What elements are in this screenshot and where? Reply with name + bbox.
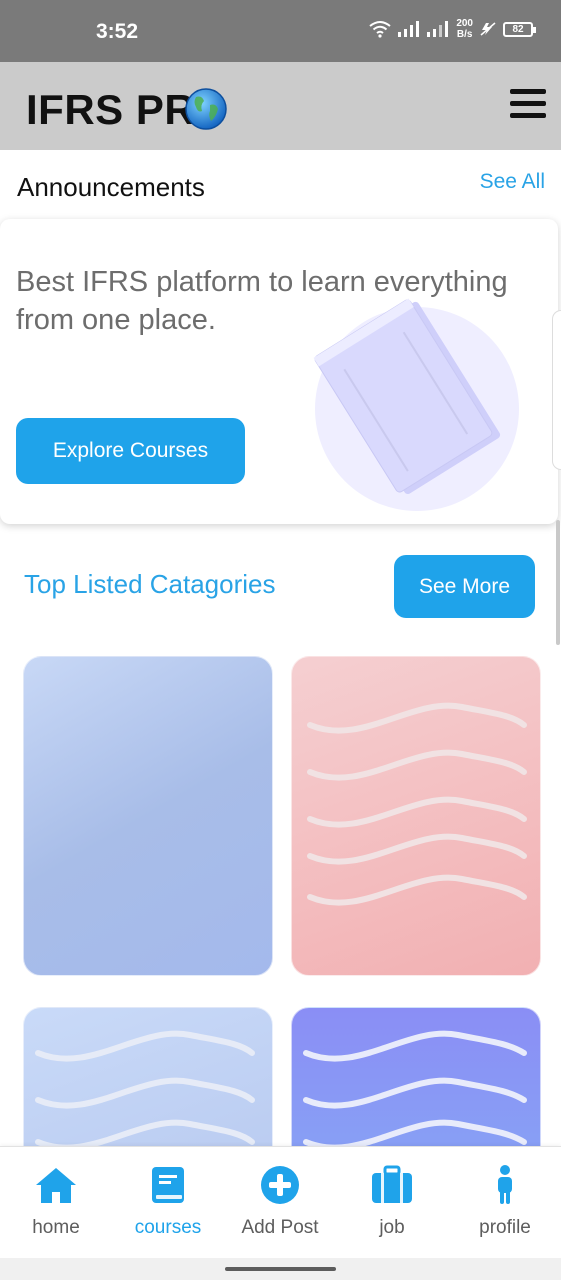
network-speed: 200 B/s — [456, 18, 473, 40]
nav-courses[interactable]: courses — [112, 1147, 224, 1259]
status-bar: 3:52 200 B/s 82 — [0, 0, 561, 62]
nav-home[interactable]: home — [0, 1147, 112, 1259]
home-icon — [36, 1168, 76, 1203]
status-time: 3:52 — [96, 20, 139, 43]
signal-icon-2 — [427, 21, 449, 37]
gesture-bar[interactable] — [225, 1267, 336, 1271]
category-card[interactable] — [291, 656, 541, 976]
book-icon — [152, 1167, 184, 1203]
nav-label-home: home — [32, 1217, 80, 1238]
wave-pattern — [307, 702, 527, 906]
status-icons: 200 B/s 82 — [369, 18, 536, 40]
app-title: IFRS PR — [26, 86, 196, 133]
nav-label-profile: profile — [479, 1217, 531, 1238]
categories-title: Top Listed Catagories — [24, 569, 276, 599]
nav-label-job: job — [379, 1217, 405, 1238]
battery-indicator: 82 — [503, 21, 536, 37]
network-speed-value: 200 — [456, 18, 473, 29]
nav-job[interactable]: job — [336, 1147, 448, 1259]
nav-add-post[interactable]: Add Post — [224, 1147, 336, 1259]
see-all-link[interactable]: See All — [480, 170, 545, 194]
network-speed-unit: B/s — [456, 29, 473, 40]
signal-icon-1 — [398, 21, 420, 37]
announcements-title: Announcements — [17, 172, 205, 202]
banner-text: Best IFRS platform to learn everything f… — [16, 266, 508, 336]
explore-courses-button[interactable]: Explore Courses — [16, 418, 245, 484]
plus-circle-icon — [261, 1166, 299, 1204]
category-card[interactable] — [23, 656, 273, 976]
wifi-icon — [369, 21, 391, 38]
globe-icon — [185, 88, 227, 130]
app-header: IFRS PR — [0, 62, 561, 150]
person-icon — [498, 1165, 512, 1204]
nav-label-courses: courses — [134, 1217, 202, 1238]
bottom-navigation: home courses Add Post job profile — [0, 1146, 561, 1258]
hamburger-menu-icon[interactable] — [510, 89, 546, 119]
briefcase-icon — [372, 1165, 412, 1203]
announcements-header: Announcements See All — [0, 150, 561, 218]
announcement-banner: Best IFRS platform to learn everything f… — [0, 219, 558, 524]
no-charge-icon — [480, 22, 496, 36]
nav-profile[interactable]: profile — [449, 1147, 561, 1259]
scrollbar[interactable] — [556, 520, 560, 645]
see-more-button[interactable]: See More — [394, 555, 535, 618]
gesture-area — [0, 1258, 561, 1280]
nav-label-add-post: Add Post — [241, 1217, 319, 1238]
